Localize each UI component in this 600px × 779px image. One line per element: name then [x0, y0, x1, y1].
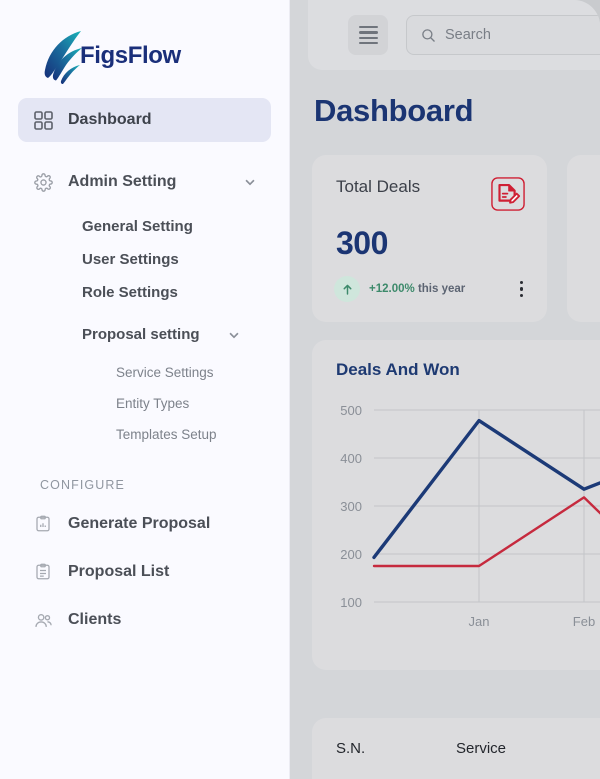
clipboard-list-icon	[32, 561, 54, 583]
chart-title: Deals And Won	[336, 360, 460, 379]
brand-name: FigsFlow	[80, 42, 181, 69]
x-axis-tick: Jan	[469, 614, 490, 629]
sidebar-item-general-setting[interactable]: General Setting	[18, 210, 271, 243]
search-input[interactable]: Search	[406, 15, 600, 55]
sidebar-nav: Dashboard Admin Setting General Setting	[0, 86, 289, 450]
x-axis-tick: Feb	[573, 614, 595, 629]
users-icon	[32, 609, 54, 631]
sidebar-section-configure: CONFIGURE	[40, 478, 125, 492]
sidebar-nav-configure: Generate Proposal Proposal List Clients	[0, 502, 289, 642]
sidebar-item-admin-setting[interactable]: Admin Setting	[18, 160, 271, 204]
sidebar-item-entity-types[interactable]: Entity Types	[18, 388, 271, 419]
kebab-menu-icon[interactable]	[516, 277, 527, 301]
sidebar: FigsFlow Dashboard Admin Setting General…	[0, 0, 290, 779]
brand-logo[interactable]: FigsFlow	[0, 0, 289, 86]
chart-series-deals	[372, 418, 600, 560]
stat-card-header: Total Deals	[312, 155, 547, 211]
search-icon	[422, 28, 435, 42]
main-content: Search Dashboard Total Deals 300 +12.00%…	[290, 0, 600, 779]
sidebar-item-templates-setup[interactable]: Templates Setup	[18, 419, 271, 450]
table-column-header-service: Service	[456, 740, 507, 757]
page-title: Dashboard	[314, 93, 474, 128]
sidebar-item-label: Dashboard	[68, 111, 152, 128]
clipboard-chart-icon	[32, 513, 54, 535]
y-axis-tick: 100	[340, 595, 362, 610]
sidebar-item-proposal-setting[interactable]: Proposal setting	[18, 318, 271, 351]
chevron-down-icon[interactable]	[243, 175, 257, 189]
search-placeholder: Search	[445, 27, 491, 43]
sidebar-item-label: Proposal List	[68, 563, 170, 580]
sidebar-item-label: Admin Setting	[68, 173, 177, 190]
sidebar-item-role-settings[interactable]: Role Settings	[18, 276, 271, 309]
stat-card-value: 300	[336, 225, 388, 261]
hamburger-icon[interactable]	[348, 15, 388, 55]
chart-plot-area: 100200300400500JanFebmarch	[312, 396, 600, 646]
top-bar: Search	[308, 0, 600, 70]
arrow-up-icon	[334, 276, 360, 302]
table-card: S.N. Service	[312, 718, 600, 779]
document-edit-icon	[491, 177, 525, 211]
table-column-header-sn: S.N.	[336, 740, 366, 757]
chevron-down-icon[interactable]	[227, 328, 241, 342]
trend-value: +12.00%	[369, 283, 415, 295]
sidebar-item-service-settings[interactable]: Service Settings	[18, 357, 271, 388]
sidebar-subitem-label: Role Settings	[82, 284, 178, 301]
sidebar-item-generate-proposal[interactable]: Generate Proposal	[18, 502, 271, 546]
sidebar-subitem-label: Templates Setup	[116, 427, 217, 442]
y-axis-tick: 300	[340, 499, 362, 514]
gear-icon	[32, 171, 54, 193]
chart-card-deals-and-won: Deals And Won 100200300400500JanFebmarch	[312, 340, 600, 670]
sidebar-subitem-label: User Settings	[82, 251, 179, 268]
stat-card-trend: +12.00% this year	[369, 283, 465, 295]
app-viewport: FigsFlow Dashboard Admin Setting General…	[0, 0, 600, 779]
sidebar-item-user-settings[interactable]: User Settings	[18, 243, 271, 276]
sidebar-item-proposal-list[interactable]: Proposal List	[18, 550, 271, 594]
stat-card-total-deals: Total Deals 300 +12.00% this year	[312, 155, 547, 322]
sidebar-item-clients[interactable]: Clients	[18, 598, 271, 642]
sidebar-subitem-label: General Setting	[82, 218, 193, 235]
stat-card-footer: +12.00% this year	[312, 262, 547, 302]
line-chart: 100200300400500JanFebmarch	[340, 403, 600, 629]
sidebar-subitem-label: Service Settings	[116, 365, 214, 380]
table-header-row: S.N. Service	[312, 718, 600, 779]
sidebar-subitem-label: Proposal setting	[82, 326, 200, 343]
y-axis-tick: 400	[340, 451, 362, 466]
stat-card-secondary	[567, 155, 600, 322]
y-axis-tick: 200	[340, 547, 362, 562]
sidebar-item-dashboard[interactable]: Dashboard	[18, 98, 271, 142]
grid-icon	[32, 109, 54, 131]
y-axis-tick: 500	[340, 403, 362, 418]
trend-period: this year	[417, 283, 466, 295]
sidebar-item-label: Clients	[68, 611, 122, 628]
sidebar-item-label: Generate Proposal	[68, 515, 211, 532]
stat-card-title: Total Deals	[336, 177, 421, 196]
sidebar-subitem-label: Entity Types	[116, 396, 190, 411]
